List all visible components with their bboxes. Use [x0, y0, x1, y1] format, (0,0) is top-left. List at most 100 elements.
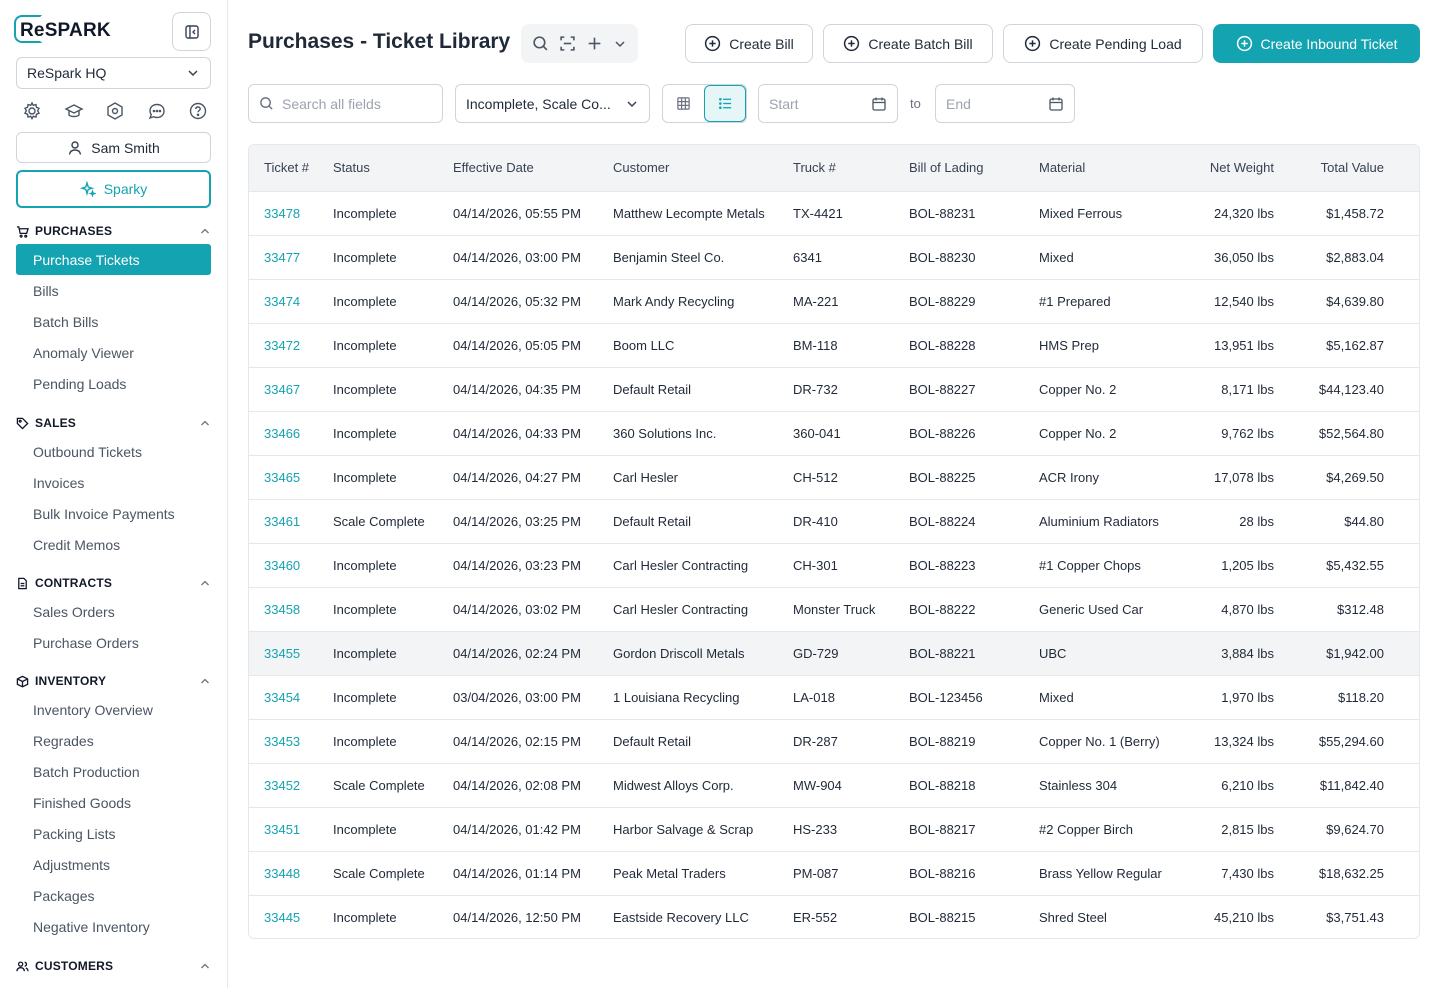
table-row[interactable]: 33465 Incomplete 04/14/2026, 04:27 PM Carl …	[249, 455, 1419, 500]
cell-ticket-number[interactable]: 33477	[249, 235, 333, 280]
plus-icon[interactable]	[586, 35, 603, 52]
cell-ticket-number[interactable]: 33467	[249, 367, 333, 412]
table-row[interactable]: 33451 Incomplete 04/14/2026, 01:42 PM Harbo…	[249, 807, 1419, 852]
cell-total-value: $118.20	[1274, 675, 1384, 720]
chevron-down-icon[interactable]	[613, 37, 627, 51]
collapse-sidebar-button[interactable]	[172, 12, 211, 51]
sidebar-item-purchase-tickets[interactable]: Purchase Tickets	[16, 244, 211, 275]
sidebar-item-inventory-overview[interactable]: Inventory Overview	[16, 694, 211, 725]
cell-ticket-number[interactable]: 33452	[249, 763, 333, 808]
cell-ticket-number[interactable]: 33448	[249, 851, 333, 896]
cell-spacer	[1384, 279, 1419, 324]
cell-ticket-number[interactable]: 33453	[249, 719, 333, 764]
nav-section-header-customers[interactable]: CUSTOMERS	[16, 956, 211, 976]
table-row[interactable]: 33454 Incomplete 03/04/2026, 03:00 PM 1 Lou…	[249, 675, 1419, 720]
cell-ticket-number[interactable]: 33466	[249, 411, 333, 456]
table-row[interactable]: 33461 Scale Complete 04/14/2026, 03:25 PM D…	[249, 499, 1419, 544]
table-row[interactable]: 33472 Incomplete 04/14/2026, 05:05 PM Boom …	[249, 323, 1419, 368]
hexagon-icon[interactable]	[103, 99, 127, 123]
user-button[interactable]: Sam Smith	[16, 132, 211, 163]
graduation-cap-icon[interactable]	[62, 99, 86, 123]
column-header-net-weight[interactable]: Net Weight	[1169, 145, 1274, 192]
chat-icon[interactable]	[145, 99, 169, 123]
create-inbound-ticket-button[interactable]: Create Inbound Ticket	[1213, 24, 1420, 63]
cell-ticket-number[interactable]: 33451	[249, 807, 333, 852]
help-icon[interactable]	[186, 99, 210, 123]
column-header-customer[interactable]: Customer	[613, 145, 793, 192]
sidebar-item-outbound-tickets[interactable]: Outbound Tickets	[16, 436, 211, 467]
table-row[interactable]: 33445 Incomplete 04/14/2026, 12:50 PM Easts…	[249, 895, 1419, 938]
search-input[interactable]: Search all fields	[248, 84, 443, 123]
table-row[interactable]: 33466 Incomplete 04/14/2026, 04:33 PM 360 S…	[249, 411, 1419, 456]
column-header-ticket[interactable]: Ticket #	[249, 145, 333, 192]
table-row[interactable]: 33478 Incomplete 04/14/2026, 05:55 PM Matth…	[249, 191, 1419, 236]
column-header-total-value[interactable]: Total Value	[1274, 145, 1384, 192]
table-row[interactable]: 33452 Scale Complete 04/14/2026, 02:08 PM M…	[249, 763, 1419, 808]
sidebar-item-bulk-invoice-payments[interactable]: Bulk Invoice Payments	[16, 498, 211, 529]
sidebar-item-invoices[interactable]: Invoices	[16, 467, 211, 498]
table-row[interactable]: 33460 Incomplete 04/14/2026, 03:23 PM Carl …	[249, 543, 1419, 588]
sidebar-item-sales-orders[interactable]: Sales Orders	[16, 596, 211, 627]
cell-bill-of-lading: BOL-88218	[909, 763, 1039, 808]
cell-effective-date: 04/14/2026, 02:15 PM	[453, 719, 613, 764]
start-date-input[interactable]: Start	[758, 84, 898, 123]
sidebar-item-adjustments[interactable]: Adjustments	[16, 849, 211, 880]
list-view-button[interactable]	[704, 85, 746, 122]
sidebar-item-purchase-orders[interactable]: Purchase Orders	[16, 627, 211, 658]
cell-ticket-number[interactable]: 33461	[249, 499, 333, 544]
create-pending-load-button[interactable]: Create Pending Load	[1003, 24, 1203, 63]
column-header-status[interactable]: Status	[333, 145, 453, 192]
cell-ticket-number[interactable]: 33458	[249, 587, 333, 632]
column-header-truck[interactable]: Truck #	[793, 145, 909, 192]
sidebar-item-negative-inventory[interactable]: Negative Inventory	[16, 911, 211, 942]
grid-view-button[interactable]	[663, 85, 704, 122]
column-header-effective-date[interactable]: Effective Date	[453, 145, 613, 192]
table-row[interactable]: 33458 Incomplete 04/14/2026, 03:02 PM Carl …	[249, 587, 1419, 632]
search-icon[interactable]	[532, 35, 549, 52]
cell-total-value: $52,564.80	[1274, 411, 1384, 456]
sparky-button[interactable]: Sparky	[16, 170, 211, 208]
sidebar-item-finished-goods[interactable]: Finished Goods	[16, 787, 211, 818]
sidebar-item-packing-lists[interactable]: Packing Lists	[16, 818, 211, 849]
status-filter-select[interactable]: Incomplete, Scale Co...	[455, 84, 650, 123]
nav-section-header-inventory[interactable]: INVENTORY	[16, 671, 211, 691]
cell-ticket-number[interactable]: 33454	[249, 675, 333, 720]
table-row[interactable]: 33448 Scale Complete 04/14/2026, 01:14 PM P…	[249, 851, 1419, 896]
respark-logo[interactable]: ReSPARK	[14, 15, 113, 46]
sidebar-item-pending-loads[interactable]: Pending Loads	[16, 368, 211, 399]
sidebar-item-packages[interactable]: Packages	[16, 880, 211, 911]
nav-section-header-purchases[interactable]: PURCHASES	[16, 221, 211, 241]
cell-ticket-number[interactable]: 33460	[249, 543, 333, 588]
sidebar-item-regrades[interactable]: Regrades	[16, 725, 211, 756]
column-header-bill-of-lading[interactable]: Bill of Lading	[909, 145, 1039, 192]
gear-icon[interactable]	[20, 99, 44, 123]
table-row[interactable]: 33477 Incomplete 04/14/2026, 03:00 PM Benja…	[249, 235, 1419, 280]
scan-icon[interactable]	[559, 35, 576, 52]
nav-section-header-sales[interactable]: SALES	[16, 413, 211, 433]
nav-section-header-contracts[interactable]: CONTRACTS	[16, 573, 211, 593]
cell-ticket-number[interactable]: 33478	[249, 191, 333, 236]
table-row[interactable]: 33467 Incomplete 04/14/2026, 04:35 PM Defau…	[249, 367, 1419, 412]
end-date-input[interactable]: End	[935, 84, 1075, 123]
nav-section-title: CONTRACTS	[35, 576, 113, 590]
sidebar-item-credit-memos[interactable]: Credit Memos	[16, 529, 211, 560]
cell-material: #1 Copper Chops	[1039, 543, 1169, 588]
cell-net-weight: 7,430 lbs	[1169, 851, 1274, 896]
table-row[interactable]: 33455 Incomplete 04/14/2026, 02:24 PM Gordo…	[249, 631, 1419, 676]
table-row[interactable]: 33453 Incomplete 04/14/2026, 02:15 PM Defau…	[249, 719, 1419, 764]
cell-ticket-number[interactable]: 33445	[249, 895, 333, 938]
sidebar-item-batch-production[interactable]: Batch Production	[16, 756, 211, 787]
create-batch-bill-button[interactable]: Create Batch Bill	[823, 24, 993, 63]
nav-section-inventory: INVENTORY Inventory Overview Regrades Ba…	[16, 671, 211, 942]
create-bill-button[interactable]: Create Bill	[685, 24, 813, 63]
cell-ticket-number[interactable]: 33472	[249, 323, 333, 368]
column-header-material[interactable]: Material	[1039, 145, 1169, 192]
table-row[interactable]: 33474 Incomplete 04/14/2026, 05:32 PM Mark …	[249, 279, 1419, 324]
sidebar-item-anomaly-viewer[interactable]: Anomaly Viewer	[16, 337, 211, 368]
cell-ticket-number[interactable]: 33455	[249, 631, 333, 676]
sidebar-item-bills[interactable]: Bills	[16, 275, 211, 306]
sidebar-item-batch-bills[interactable]: Batch Bills	[16, 306, 211, 337]
cell-ticket-number[interactable]: 33474	[249, 279, 333, 324]
organization-select[interactable]: ReSpark HQ	[16, 57, 211, 89]
cell-ticket-number[interactable]: 33465	[249, 455, 333, 500]
